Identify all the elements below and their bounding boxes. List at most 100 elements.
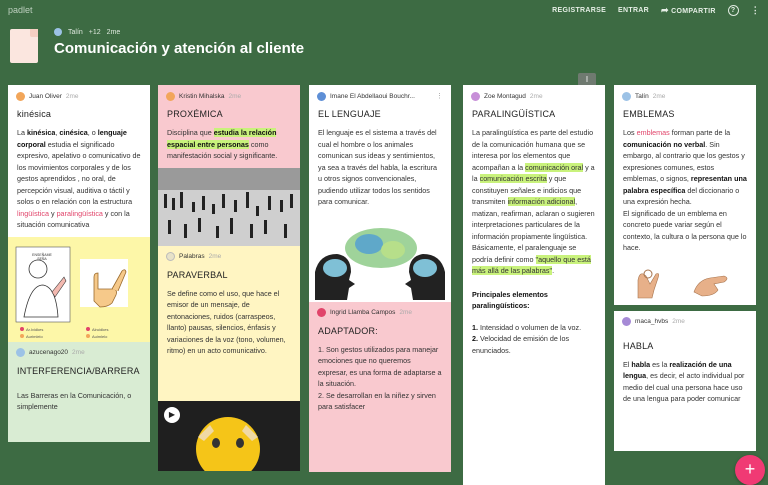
subheading-text: Principales elementos paralingüísticos:: [472, 289, 548, 311]
page-title: Comunicación y atención al cliente: [54, 40, 305, 57]
column-5: Talín 2me EMBLEMAS Los emblemas forman p…: [614, 85, 756, 485]
list-item: 2. Velocidad de emisión de los enunciado…: [472, 333, 596, 356]
login-button[interactable]: ENTRAR: [618, 7, 649, 14]
post-author: Juan Oliver: [29, 92, 62, 100]
post-title: PROXÉMICA: [167, 109, 223, 119]
avatar: [317, 308, 326, 317]
avatar: [54, 28, 62, 36]
post-card[interactable]: Juan Oliver 2me kinésica La kinésica, ci…: [8, 85, 150, 237]
post-card[interactable]: Zoe Montagud 2me PARALINGÜÍSTICA La para…: [463, 85, 605, 485]
text: , matizan, reafirman, aclaran o sugieren…: [472, 197, 595, 264]
crowd-photo: [158, 167, 300, 246]
top-nav: REGISTRARSE ENTRAR ➦ COMPARTIR ? ⋮: [552, 4, 760, 16]
post-card[interactable]: Talín 2me EMBLEMAS Los emblemas forman p…: [614, 85, 756, 305]
post-image[interactable]: [309, 221, 451, 302]
avatar: [317, 91, 326, 101]
column-2: Kristin Mihalska 2me PROXÉMICA Disciplin…: [158, 85, 300, 485]
post-header: maca_hvbs 2me: [614, 311, 756, 327]
post-body: El lenguaje es el sistema a través del c…: [318, 128, 438, 206]
post-card[interactable]: Ingrid Llamba Campos 2me ADAPTADOR: 1. S…: [309, 301, 451, 472]
avatar: [16, 91, 25, 101]
top-bar: padlet REGISTRARSE ENTRAR ➦ COMPARTIR ? …: [0, 0, 768, 20]
post-title: HABLA: [623, 340, 654, 351]
text-highlight: comunicación escrita: [479, 174, 547, 183]
share-icon: ➦: [661, 4, 669, 15]
communication-heads-illustration: [315, 227, 445, 300]
post-video[interactable]: ▶: [158, 400, 300, 471]
text: , o: [87, 128, 98, 137]
board-header: Talín +12 2me Comunicación y atención al…: [10, 25, 610, 70]
register-button[interactable]: REGISTRARSE: [552, 7, 606, 14]
post-author: Ingrid Llamba Campos: [330, 309, 396, 316]
text: Los: [623, 128, 637, 137]
image-legend: Auimlelo: [92, 333, 108, 339]
add-post-button[interactable]: +: [735, 455, 765, 485]
board-author[interactable]: Talín: [68, 29, 83, 36]
post-time: 2me: [72, 349, 85, 356]
text-bold: habla: [631, 359, 651, 369]
post-list: 1. Intensidad o volumen de la voz. 2. Ve…: [463, 318, 605, 363]
post-author: maca_hvbs: [635, 318, 669, 325]
post-author: Imane El Abdellaoui Bouchr...: [330, 92, 415, 100]
post-title: PARALINGÜÍSTICA: [472, 109, 556, 119]
post-header: Kristin Mihalska 2me: [158, 85, 300, 101]
post-title: ADAPTADOR:: [318, 325, 378, 336]
column-3: Imane El Abdellaoui Bouchr... ⋮ EL LENGU…: [309, 85, 451, 485]
sign-text: ENSEÑAME SEÑA: [32, 252, 52, 261]
post-body: Disciplina que estudia la relación espac…: [158, 123, 300, 168]
text-highlight: información adicional: [507, 197, 576, 206]
text: Disciplina que: [167, 128, 214, 137]
avatar: [166, 91, 175, 101]
post-time: 2me: [652, 92, 666, 100]
post-card[interactable]: Palabras 2me PARAVERBAL Se define como e…: [158, 245, 300, 401]
link-linguistica[interactable]: lingüística: [17, 209, 49, 218]
collaborators-count: +12: [88, 28, 101, 36]
more-icon[interactable]: ⋮: [751, 5, 760, 16]
text: estudia el significado expresivo, apelat…: [17, 139, 141, 207]
play-icon[interactable]: ▶: [164, 406, 180, 423]
post-image[interactable]: [158, 167, 300, 246]
post-title: EMBLEMAS: [623, 109, 675, 119]
text-bold: comunicación no verbal: [623, 139, 706, 149]
avatar: [16, 348, 25, 357]
post-header: Ingrid Llamba Campos 2me: [309, 302, 451, 318]
post-time: 2me: [65, 92, 79, 100]
board-age: 2me: [106, 28, 121, 36]
post-body: La paralingüística es parte del estudio …: [463, 123, 605, 283]
post-body: La kinésica, cinésica, o lenguaje corpor…: [8, 123, 150, 237]
post-body: 1. Son gestos utilizados para manejar em…: [318, 344, 442, 412]
link-emblemas[interactable]: emblemas: [637, 128, 670, 137]
text: es la: [650, 359, 670, 369]
avatar: [622, 91, 631, 101]
board-icon: [10, 29, 38, 63]
help-icon[interactable]: ?: [727, 4, 739, 16]
post-card[interactable]: Imane El Abdellaoui Bouchr... ⋮ EL LENGU…: [309, 85, 451, 222]
post-card[interactable]: azucenago20 2me INTERFERENCIA/BARRERA La…: [8, 341, 150, 442]
post-time: 2me: [228, 92, 242, 100]
avatar: [471, 91, 480, 101]
post-body: Se define como el uso, que hace el emiso…: [167, 288, 286, 356]
post-time: 2me: [208, 253, 222, 260]
post-author: Talín: [635, 92, 649, 100]
avatar: [166, 252, 175, 261]
list-text: Velocidad de emisión de los enunciados.: [472, 334, 570, 355]
list-item: 1. Intensidad o volumen de la voz.: [472, 322, 596, 334]
post-author: Zoe Montagud: [484, 92, 526, 100]
text-bold: cinésica: [59, 128, 88, 137]
share-button[interactable]: ➦ COMPARTIR: [661, 5, 716, 16]
post-card[interactable]: Kristin Mihalska 2me PROXÉMICA Disciplin…: [158, 85, 300, 168]
post-author: Kristin Mihalska: [179, 92, 225, 100]
board-meta: Talín +12 2me: [54, 28, 120, 36]
column-4: Zoe Montagud 2me PARALINGÜÍSTICA La para…: [463, 85, 605, 485]
post-image[interactable]: ENSEÑAME SEÑA Ar.Ividkes Aurimlelo Alrui…: [8, 236, 150, 342]
post-time: 2me: [399, 309, 413, 316]
more-icon[interactable]: ⋮: [436, 92, 443, 100]
text-highlight: comunicación oral: [525, 162, 584, 172]
post-card[interactable]: maca_hvbs 2me HABLA El habla es la reali…: [614, 310, 756, 451]
padlet-logo[interactable]: padlet: [8, 5, 33, 15]
text-bold: kinésica: [27, 128, 56, 137]
text: y: [48, 208, 57, 218]
post-title: kinésica: [17, 109, 52, 119]
link-paralinguistica[interactable]: paralingüística: [57, 209, 103, 218]
hand-gestures-image: [637, 269, 728, 298]
